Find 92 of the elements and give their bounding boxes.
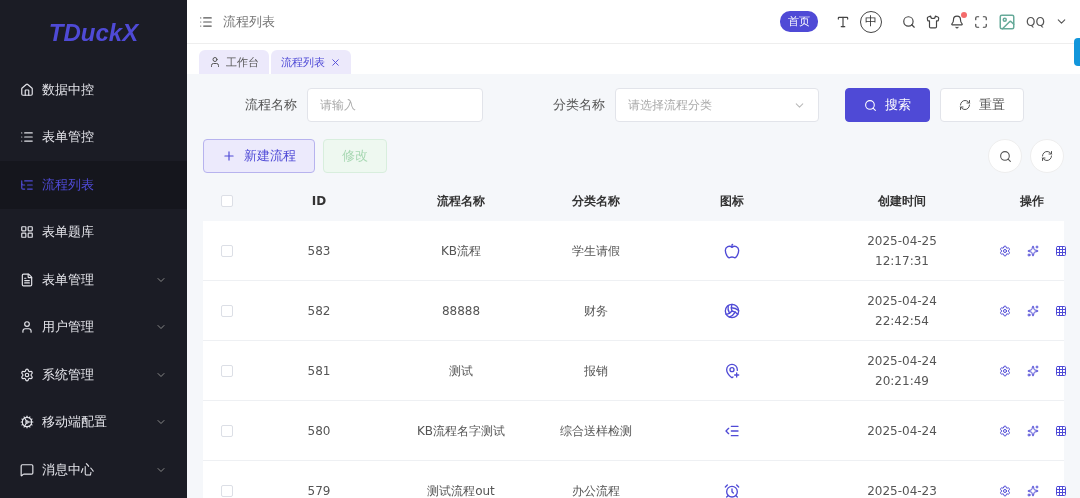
- sidebar-label: 系统管理: [42, 365, 95, 384]
- table-cell-text: 2025-04-24 20:21:49: [866, 352, 938, 390]
- sparkle-icon[interactable]: [1027, 304, 1039, 317]
- sidebar-label: 数据中控: [42, 80, 95, 99]
- row-checkbox[interactable]: [221, 424, 233, 437]
- table-cell-text: 580: [306, 422, 332, 440]
- fullscreen-icon[interactable]: [974, 14, 989, 29]
- grid-icon[interactable]: [1055, 304, 1067, 317]
- bell-icon[interactable]: [950, 14, 965, 29]
- home-badge[interactable]: 首页: [780, 11, 819, 32]
- user-name[interactable]: QQ: [1026, 14, 1045, 29]
- column-header: 流程名称: [436, 192, 486, 210]
- sidebar-item[interactable]: 移动端配置: [0, 398, 187, 446]
- sidebar-label: 表单管控: [42, 128, 95, 147]
- language-button[interactable]: 中: [860, 10, 883, 33]
- row-checkbox[interactable]: [221, 484, 233, 497]
- grid-icon[interactable]: [1055, 424, 1067, 437]
- table-cell-text: 582: [306, 302, 332, 320]
- column-header: ID: [310, 192, 328, 210]
- row-checkbox[interactable]: [221, 244, 233, 257]
- sparkle-icon[interactable]: [1027, 244, 1039, 257]
- table-cell-text: 综合送样检测: [559, 422, 633, 440]
- search-icon: [864, 98, 877, 112]
- search-button[interactable]: [988, 139, 1022, 173]
- sidebar-label: 流程列表: [42, 175, 95, 194]
- refresh-icon: [1041, 150, 1053, 162]
- sidebar-item[interactable]: 消息中心: [0, 446, 187, 494]
- user-icon: [209, 56, 221, 68]
- plus-icon: [222, 149, 236, 163]
- sidebar-label: 表单题库: [42, 223, 95, 242]
- sidebar-label: 消息中心: [42, 460, 95, 479]
- table-cell-text: 2025-04-24: [866, 422, 938, 440]
- table-cell-text: 2025-04-23: [866, 482, 938, 498]
- sidebar-item[interactable]: 表单题库: [0, 208, 187, 256]
- settings-icon[interactable]: [999, 424, 1011, 437]
- table-cell-text: 579: [306, 482, 332, 498]
- avatar-icon[interactable]: [998, 12, 1017, 31]
- sidebar-item[interactable]: 表单管理: [0, 256, 187, 304]
- font-size-icon[interactable]: [836, 14, 851, 29]
- close-icon[interactable]: [330, 56, 341, 68]
- tab[interactable]: 工作台: [199, 50, 269, 74]
- search-icon: [998, 149, 1012, 163]
- sidebar-label: 表单管理: [42, 270, 95, 289]
- table-cell-text: 学生请假: [571, 242, 621, 260]
- grid-icon[interactable]: [1055, 364, 1067, 377]
- row-checkbox[interactable]: [221, 364, 233, 377]
- column-header: 图标: [719, 192, 745, 210]
- sparkle-icon[interactable]: [1027, 364, 1039, 377]
- select-all-checkbox[interactable]: [221, 194, 233, 207]
- refresh-icon: [959, 99, 971, 111]
- settings-icon[interactable]: [999, 304, 1011, 317]
- shirt-icon[interactable]: [926, 14, 941, 29]
- sidebar-item[interactable]: 系统管理: [0, 351, 187, 399]
- table-cell-text: 2025-04-24 22:42:54: [866, 292, 938, 330]
- table-cell-text: 测试流程out: [426, 482, 496, 498]
- field-label: 流程名称: [245, 96, 297, 114]
- sidebar-item[interactable]: 用户管理: [0, 303, 187, 351]
- breadcrumb: 流程列表: [223, 12, 276, 31]
- column-header: 操作: [1018, 192, 1045, 210]
- reset-button[interactable]: 重置: [940, 88, 1024, 122]
- column-header: 创建时间: [877, 192, 927, 210]
- table-cell-text: 报销: [583, 362, 609, 380]
- sparkle-icon[interactable]: [1027, 484, 1039, 497]
- grid-icon[interactable]: [1055, 244, 1067, 257]
- search-button[interactable]: 搜索: [845, 88, 930, 122]
- settings-icon[interactable]: [999, 484, 1011, 497]
- grid-icon[interactable]: [1055, 484, 1067, 497]
- sidebar-item[interactable]: 表单管控: [0, 113, 187, 161]
- row-checkbox[interactable]: [221, 304, 233, 317]
- search-icon[interactable]: [902, 14, 917, 29]
- field-label: 分类名称: [553, 96, 605, 114]
- table-cell-text: 办公流程: [571, 482, 621, 498]
- sparkle-icon[interactable]: [1027, 424, 1039, 437]
- create-button[interactable]: 新建流程: [203, 139, 315, 173]
- table-cell-text: KB流程名字测试: [415, 422, 507, 440]
- table-cell-text: 测试: [448, 362, 474, 380]
- table-cell-text: 581: [306, 362, 332, 380]
- tab[interactable]: 流程列表: [271, 50, 351, 74]
- refresh-button[interactable]: [1030, 139, 1064, 173]
- table-cell-text: KB流程: [439, 242, 483, 260]
- sidebar-item[interactable]: 数据中控: [0, 66, 187, 114]
- sidebar-label: 用户管理: [42, 318, 95, 337]
- settings-icon[interactable]: [999, 364, 1011, 377]
- table-cell-text: 财务: [583, 302, 609, 320]
- table-cell-text: 583: [306, 242, 332, 260]
- table-cell-text: 2025-04-25 12:17:31: [866, 232, 938, 270]
- column-header: 分类名称: [571, 192, 621, 210]
- side-tab-handle[interactable]: [1074, 38, 1080, 66]
- settings-icon[interactable]: [999, 244, 1011, 257]
- sidebar-label: 移动端配置: [42, 413, 108, 432]
- logo: TDuckX: [47, 18, 140, 48]
- table-cell-text: 88888: [440, 302, 482, 320]
